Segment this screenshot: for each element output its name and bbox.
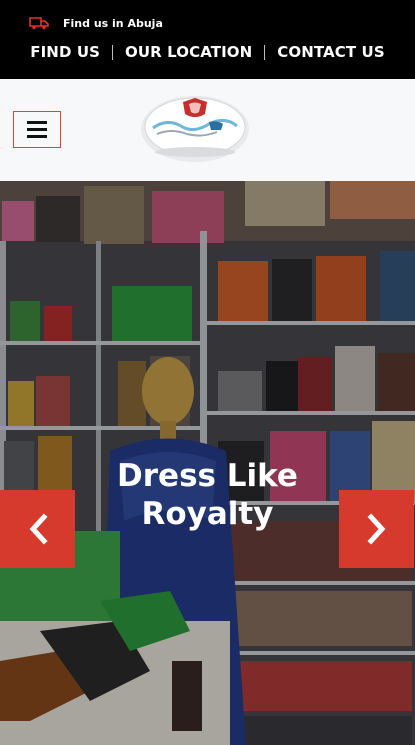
menu-button[interactable] (13, 111, 61, 148)
site-header (0, 79, 415, 181)
find-us-text: Find us in Abuja (63, 16, 163, 30)
chevron-right-icon (366, 513, 385, 545)
top-bar: Find us in Abuja FIND US OUR LOCATION CO… (0, 0, 415, 79)
hamburger-icon (27, 135, 47, 138)
brand-logo[interactable] (139, 92, 251, 164)
nav-our-location[interactable]: OUR LOCATION (113, 42, 264, 62)
hamburger-icon (27, 121, 47, 124)
find-us-row[interactable]: Find us in Abuja (29, 14, 163, 32)
slider-next-button[interactable] (339, 490, 414, 568)
hamburger-icon (27, 128, 47, 131)
hero-slider: Dress Like Royalty (0, 181, 415, 745)
top-nav: FIND US OUR LOCATION CONTACT US (0, 40, 415, 64)
nav-find-us[interactable]: FIND US (18, 42, 112, 62)
chevron-left-icon (29, 513, 48, 545)
slider-prev-button[interactable] (0, 490, 75, 568)
nav-contact-us[interactable]: CONTACT US (265, 42, 396, 62)
delivery-truck-icon (29, 17, 49, 30)
